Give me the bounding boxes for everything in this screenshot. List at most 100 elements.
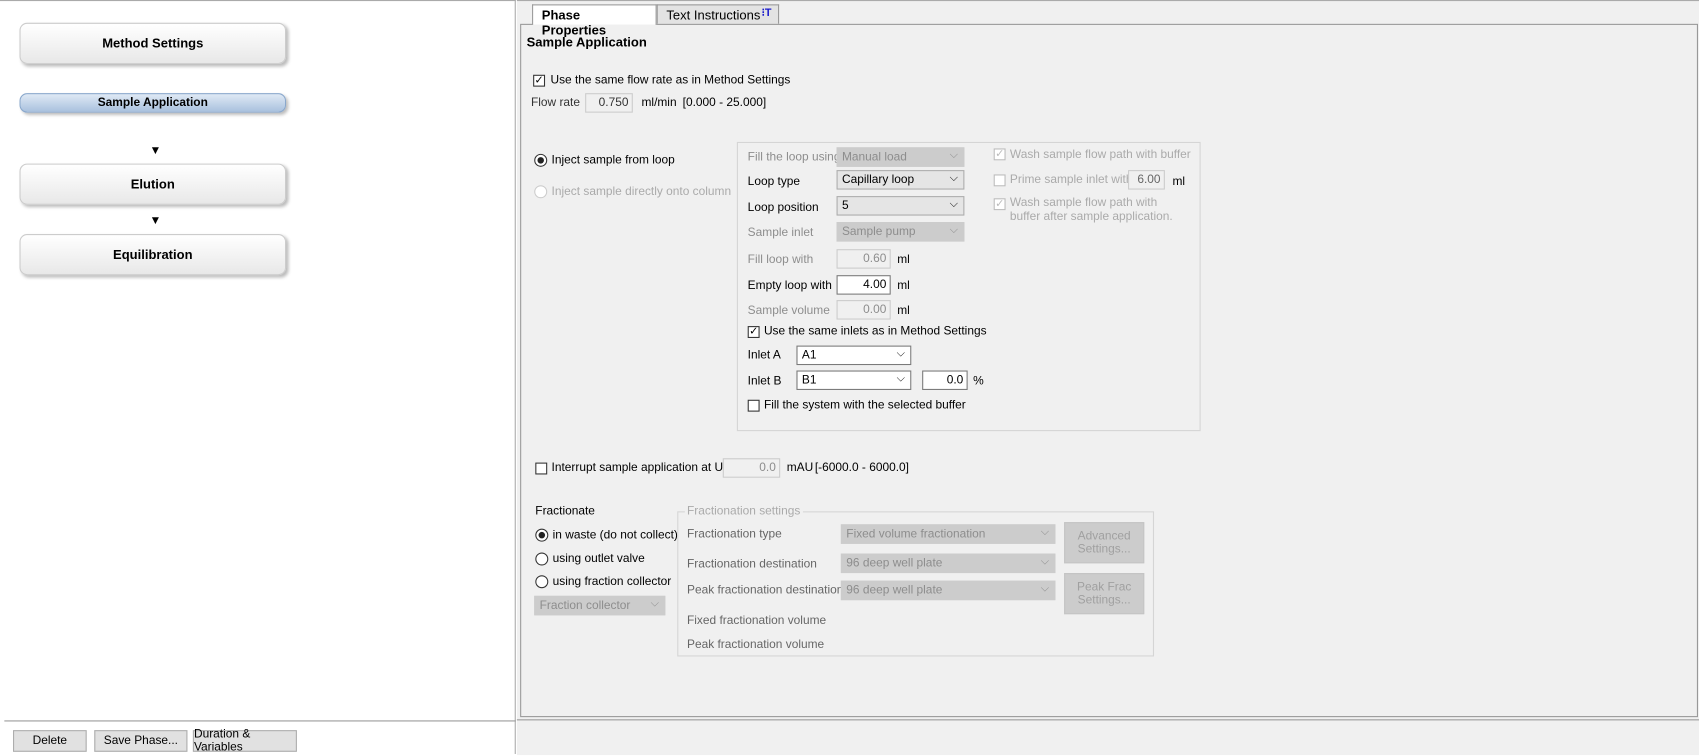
interrupt-uv-input[interactable]: 0.0	[722, 458, 781, 478]
arrow-down-icon: ▼	[149, 214, 162, 228]
chevron-down-icon: ⌵	[1040, 555, 1049, 568]
fractionation-settings-title: Fractionation settings	[684, 504, 803, 518]
select-value: A1	[801, 348, 817, 362]
wash-after-checkbox[interactable]: ✓	[993, 198, 1006, 211]
select-value: 5	[841, 199, 849, 213]
flow-rate-input[interactable]: 0.750	[585, 93, 633, 113]
in-waste-radio[interactable]	[535, 528, 549, 542]
button-label: Advanced	[1077, 529, 1131, 543]
loop-type-label: Loop type	[747, 175, 801, 189]
sample-inlet-select[interactable]: Sample pump ⌵	[836, 222, 965, 242]
inject-from-loop-radio[interactable]	[534, 153, 548, 167]
delete-button[interactable]: Delete	[13, 730, 87, 752]
fill-loop-input[interactable]: 0.60	[836, 249, 891, 269]
select-value: Fixed volume fractionation	[846, 527, 986, 541]
fraction-collector-select[interactable]: Fraction collector ⌵	[534, 595, 666, 616]
unit-ml: ml	[897, 279, 910, 293]
duration-variables-button[interactable]: Duration & Variables	[192, 728, 297, 754]
phase-list-pane: Method Settings Sample Application ▼ Elu…	[0, 0, 516, 754]
inject-from-loop-label: Inject sample from loop	[551, 153, 675, 167]
interrupt-uv-range: [-6000.0 - 6000.0]	[814, 461, 909, 475]
chevron-down-icon: ⌵	[650, 597, 659, 610]
save-phase-button[interactable]: Save Phase...	[94, 730, 188, 752]
loop-type-select[interactable]: Capillary loop ⌵	[836, 170, 965, 190]
fill-system-label: Fill the system with the selected buffer	[763, 398, 966, 412]
unit-ml: ml	[897, 304, 910, 318]
chevron-down-icon: ⌵	[949, 224, 958, 237]
prime-inlet-checkbox[interactable]	[993, 174, 1006, 187]
peak-volume-label: Peak fractionation volume	[687, 638, 825, 652]
fraction-collector-label: using fraction collector	[552, 575, 672, 589]
unit-ml: ml	[1172, 175, 1186, 189]
chevron-down-icon: ⌵	[949, 149, 958, 162]
fill-using-label: Fill the loop using	[747, 150, 841, 164]
fractionation-destination-select[interactable]: 96 deep well plate ⌵	[840, 553, 1056, 574]
peak-destination-select[interactable]: 96 deep well plate ⌵	[840, 580, 1056, 601]
chevron-down-icon: ⌵	[896, 347, 905, 360]
prime-inlet-label: Prime sample inlet with	[1009, 173, 1133, 187]
peak-frac-settings-button[interactable]: Peak Frac Settings...	[1064, 573, 1145, 615]
flow-rate-label: Flow rate	[530, 96, 580, 110]
select-value: Capillary loop	[841, 173, 915, 187]
fixed-volume-label: Fixed fractionation volume	[687, 614, 827, 628]
phase-equilibration[interactable]: Equilibration	[19, 233, 287, 276]
in-waste-label: in waste (do not collect)	[552, 528, 678, 542]
fractionate-title: Fractionate	[535, 504, 595, 518]
bottom-toolbar: Delete Save Phase... Duration & Variable…	[4, 720, 516, 756]
peak-destination-label: Peak fractionation destination	[687, 583, 844, 597]
fill-using-select[interactable]: Manual load ⌵	[836, 147, 965, 167]
interrupt-uv-unit: mAU	[786, 461, 814, 475]
loop-position-select[interactable]: 5 ⌵	[836, 196, 965, 216]
interrupt-uv-checkbox[interactable]	[535, 462, 548, 475]
chevron-down-icon: ⌵	[1040, 582, 1049, 595]
fractionation-type-select[interactable]: Fixed volume fractionation ⌵	[840, 524, 1056, 544]
chevron-down-icon: ⌵	[1040, 526, 1049, 539]
fill-loop-label: Fill loop with	[747, 253, 814, 267]
select-value: 96 deep well plate	[846, 556, 943, 570]
chevron-down-icon: ⌵	[949, 198, 958, 211]
wash-after-label: Wash sample flow path with	[1009, 196, 1158, 210]
select-value: Manual load	[841, 150, 907, 164]
wash-flow-path-checkbox[interactable]: ✓	[993, 148, 1006, 161]
inlet-a-select[interactable]: A1 ⌵	[796, 345, 912, 366]
inlet-b-select[interactable]: B1 ⌵	[796, 370, 912, 390]
phase-sample-application[interactable]: Sample Application	[19, 93, 287, 113]
fractionation-destination-label: Fractionation destination	[687, 557, 817, 571]
outlet-valve-label: using outlet valve	[552, 552, 645, 566]
phase-elution[interactable]: Elution	[19, 163, 287, 205]
select-value: Sample pump	[841, 225, 916, 239]
flow-rate-range: [0.000 - 25.000]	[682, 96, 767, 110]
fraction-collector-radio[interactable]	[535, 575, 549, 589]
select-value: B1	[801, 373, 817, 387]
inlet-b-percent-input[interactable]: 0.0	[922, 370, 968, 390]
percent-unit: %	[973, 374, 984, 388]
sample-inlet-label: Sample inlet	[747, 226, 814, 240]
select-value: Fraction collector	[539, 599, 631, 613]
same-flow-checkbox[interactable]: ✓	[533, 74, 546, 87]
chevron-down-icon: ⌵	[949, 172, 958, 185]
fill-system-checkbox[interactable]	[747, 399, 760, 412]
button-label: Peak Frac	[1077, 580, 1132, 594]
outlet-valve-radio[interactable]	[535, 552, 549, 566]
arrow-down-icon: ▼	[149, 144, 162, 158]
flow-rate-unit: ml/min	[641, 96, 677, 110]
same-inlets-checkbox[interactable]: ✓	[747, 326, 760, 338]
sample-volume-input[interactable]: 0.00	[836, 300, 891, 320]
chevron-down-icon: ⌵	[896, 372, 905, 385]
inject-directly-label: Inject sample directly onto column	[551, 185, 732, 199]
phase-method-settings[interactable]: Method Settings	[19, 22, 287, 64]
button-label: Settings...	[1077, 542, 1131, 556]
empty-loop-input[interactable]: 4.00	[836, 275, 891, 295]
advanced-settings-button[interactable]: Advanced Settings...	[1064, 522, 1145, 564]
prime-inlet-input[interactable]: 6.00	[1128, 170, 1165, 190]
loop-position-label: Loop position	[747, 201, 819, 215]
inject-directly-radio[interactable]	[534, 185, 548, 199]
same-flow-label: Use the same flow rate as in Method Sett…	[550, 73, 791, 87]
tab-text-instructions[interactable]: Text Instructions ⁝T	[656, 4, 780, 24]
inlet-a-label: Inlet A	[747, 348, 781, 362]
tab-phase-properties[interactable]: Phase Properties	[532, 4, 657, 38]
empty-loop-label: Empty loop with	[747, 279, 832, 293]
select-value: 96 deep well plate	[846, 583, 943, 597]
wash-after-label-line2: buffer after sample application.	[1009, 210, 1173, 224]
wash-flow-path-label: Wash sample flow path with buffer	[1009, 148, 1191, 162]
